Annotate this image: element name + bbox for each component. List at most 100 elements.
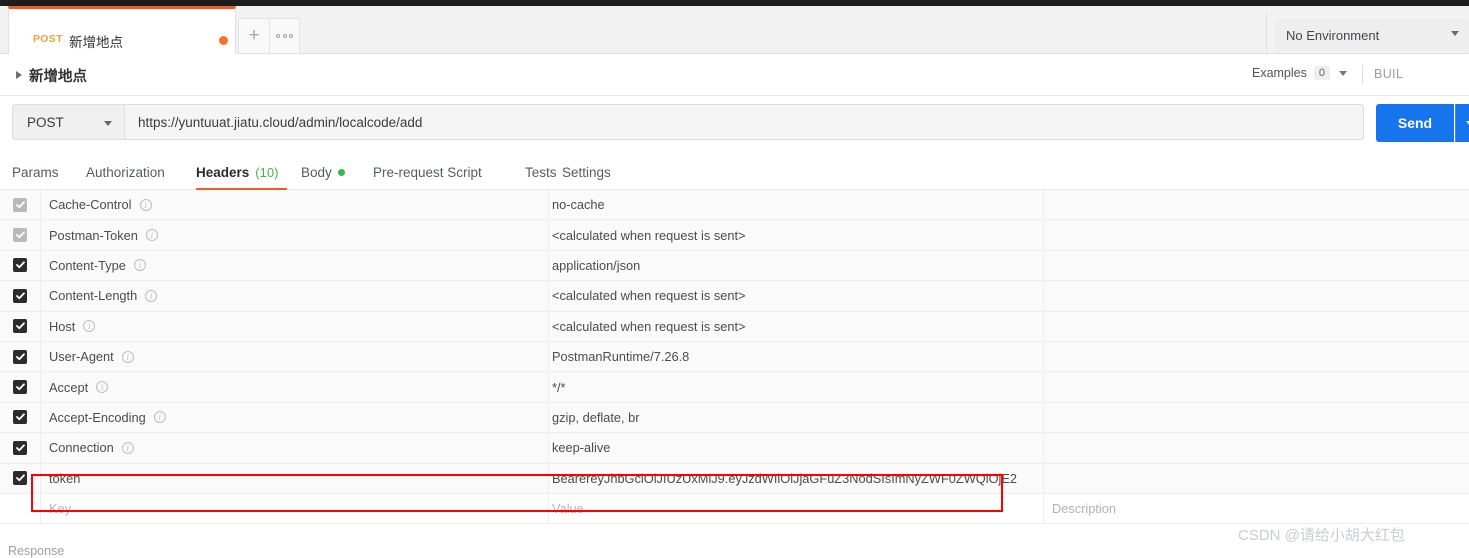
header-value-cell[interactable]: <calculated when request is sent> xyxy=(549,281,1044,310)
request-tab-active[interactable]: POST 新增地点 xyxy=(8,6,236,54)
header-value-text: no-cache xyxy=(552,197,605,212)
header-enabled-checkbox-cell[interactable] xyxy=(0,342,41,371)
header-description-cell[interactable] xyxy=(1044,220,1469,249)
send-options-button[interactable] xyxy=(1455,104,1469,142)
checkbox-checked-icon[interactable] xyxy=(13,471,27,485)
environment-selector[interactable]: No Environment xyxy=(1275,19,1469,51)
header-enabled-checkbox-cell[interactable] xyxy=(0,372,41,401)
header-value-cell[interactable]: <calculated when request is sent> xyxy=(549,312,1044,341)
request-tab-pre-request-script[interactable]: Pre-request Script xyxy=(373,155,482,190)
header-description-cell[interactable] xyxy=(1044,433,1469,462)
build-menu-label[interactable]: BUIL xyxy=(1374,67,1469,81)
table-row[interactable]: Hosti<calculated when request is sent> xyxy=(0,312,1469,342)
header-value-cell[interactable]: application/json xyxy=(549,251,1044,280)
request-tab-tests[interactable]: Tests xyxy=(525,155,557,190)
header-enabled-checkbox-cell[interactable] xyxy=(0,464,41,493)
url-input[interactable]: https://yuntuuat.jiatu.cloud/admin/local… xyxy=(124,104,1364,140)
checkbox-checked-icon[interactable] xyxy=(13,228,27,242)
header-key-cell[interactable]: Hosti xyxy=(41,312,549,341)
checkbox-checked-icon[interactable] xyxy=(13,198,27,212)
table-row[interactable]: User-AgentiPostmanRuntime/7.26.8 xyxy=(0,342,1469,372)
info-icon[interactable]: i xyxy=(83,320,95,332)
unsaved-changes-dot-icon xyxy=(219,36,228,45)
header-key-cell[interactable]: Content-Length i xyxy=(41,281,549,310)
header-enabled-checkbox-cell[interactable] xyxy=(0,494,41,523)
header-description-cell[interactable] xyxy=(1044,372,1469,401)
header-description-cell[interactable] xyxy=(1044,312,1469,341)
header-key-cell[interactable]: token xyxy=(41,464,549,493)
info-icon[interactable]: i xyxy=(154,411,166,423)
checkbox-checked-icon[interactable] xyxy=(13,350,27,364)
checkbox-checked-icon[interactable] xyxy=(13,380,27,394)
table-row[interactable]: Content-Typeiapplication/json xyxy=(0,251,1469,281)
table-row[interactable]: KeyValueDescription xyxy=(0,494,1469,524)
header-enabled-checkbox-cell[interactable] xyxy=(0,251,41,280)
checkbox-checked-icon[interactable] xyxy=(13,319,27,333)
table-row[interactable]: Postman-Tokeni<calculated when request i… xyxy=(0,220,1469,250)
header-value-cell[interactable]: no-cache xyxy=(549,190,1044,219)
header-value-cell[interactable]: gzip, deflate, br xyxy=(549,403,1044,432)
header-enabled-checkbox-cell[interactable] xyxy=(0,433,41,462)
request-tab-params[interactable]: Params xyxy=(12,155,59,190)
header-key-cell[interactable]: Key xyxy=(41,494,549,523)
header-description-cell[interactable] xyxy=(1044,281,1469,310)
chevron-down-icon xyxy=(104,121,112,126)
http-method-select[interactable]: POST xyxy=(12,104,124,140)
header-description-cell[interactable] xyxy=(1044,342,1469,371)
checkbox-checked-icon[interactable] xyxy=(13,410,27,424)
header-description-cell[interactable] xyxy=(1044,251,1469,280)
header-enabled-checkbox-cell[interactable] xyxy=(0,220,41,249)
header-key-cell[interactable]: Content-Typei xyxy=(41,251,549,280)
table-row[interactable]: tokenBearereyJhbGciOiJIUzUxMiJ9.eyJzdWIi… xyxy=(0,464,1469,494)
header-description-cell[interactable] xyxy=(1044,464,1469,493)
send-button-label: Send xyxy=(1398,115,1432,131)
header-key-cell[interactable]: User-Agenti xyxy=(41,342,549,371)
header-key-cell[interactable]: Connectioni xyxy=(41,433,549,462)
table-row[interactable]: Cache-Controlino-cache xyxy=(0,190,1469,220)
checkbox-checked-icon[interactable] xyxy=(13,441,27,455)
tab-more-options-button[interactable] xyxy=(269,18,300,54)
header-key-cell[interactable]: Cache-Controli xyxy=(41,190,549,219)
request-tab-headers[interactable]: Headers(10) xyxy=(196,155,278,190)
info-icon[interactable]: i xyxy=(134,259,146,271)
header-key-cell[interactable]: Accept-Encodingi xyxy=(41,403,549,432)
header-key-cell[interactable]: Accepti xyxy=(41,372,549,401)
request-tab-settings[interactable]: Settings xyxy=(562,155,611,190)
send-button[interactable]: Send xyxy=(1376,104,1454,142)
header-enabled-checkbox-cell[interactable] xyxy=(0,312,41,341)
header-description-cell[interactable]: Description xyxy=(1044,494,1469,523)
header-value-cell[interactable]: BearereyJhbGciOiJIUzUxMiJ9.eyJzdWIiOiJja… xyxy=(549,464,1044,493)
examples-control[interactable]: Examples 0 xyxy=(1252,66,1347,80)
header-description-cell[interactable] xyxy=(1044,190,1469,219)
header-description-cell[interactable] xyxy=(1044,403,1469,432)
header-value-text: PostmanRuntime/7.26.8 xyxy=(552,349,689,364)
table-row[interactable]: Accept-Encodingigzip, deflate, br xyxy=(0,403,1469,433)
header-key-cell[interactable]: Postman-Tokeni xyxy=(41,220,549,249)
checkbox-checked-icon[interactable] xyxy=(13,258,27,272)
info-icon[interactable]: i xyxy=(122,351,134,363)
header-key-value: Content-Length xyxy=(49,288,137,303)
table-row[interactable]: Accepti*/* xyxy=(0,372,1469,402)
request-tab-body[interactable]: Body xyxy=(301,155,345,190)
chevron-right-icon[interactable] xyxy=(16,71,22,79)
new-tab-button[interactable]: + xyxy=(238,18,270,54)
header-value-cell[interactable]: Value xyxy=(549,494,1044,523)
header-value-cell[interactable]: <calculated when request is sent> xyxy=(549,220,1044,249)
table-row[interactable]: Connectionikeep-alive xyxy=(0,433,1469,463)
response-section-label: Response xyxy=(8,544,64,558)
table-row[interactable]: Content-Length i <calculated when request … xyxy=(0,281,1469,311)
request-tab-authorization[interactable]: Authorization xyxy=(86,155,165,190)
info-icon[interactable]: i xyxy=(145,290,157,302)
header-enabled-checkbox-cell[interactable] xyxy=(0,403,41,432)
header-value-cell[interactable]: keep-alive xyxy=(549,433,1044,462)
checkbox-checked-icon[interactable] xyxy=(13,289,27,303)
info-icon[interactable]: i xyxy=(96,381,108,393)
header-enabled-checkbox-cell[interactable] xyxy=(0,190,41,219)
info-icon[interactable]: i xyxy=(146,229,158,241)
header-enabled-checkbox-cell[interactable] xyxy=(0,281,41,310)
header-value-cell[interactable]: PostmanRuntime/7.26.8 xyxy=(549,342,1044,371)
info-icon[interactable]: i xyxy=(140,199,152,211)
chevron-down-icon xyxy=(1339,71,1347,76)
header-value-cell[interactable]: */* xyxy=(549,372,1044,401)
info-icon[interactable]: i xyxy=(122,442,134,454)
